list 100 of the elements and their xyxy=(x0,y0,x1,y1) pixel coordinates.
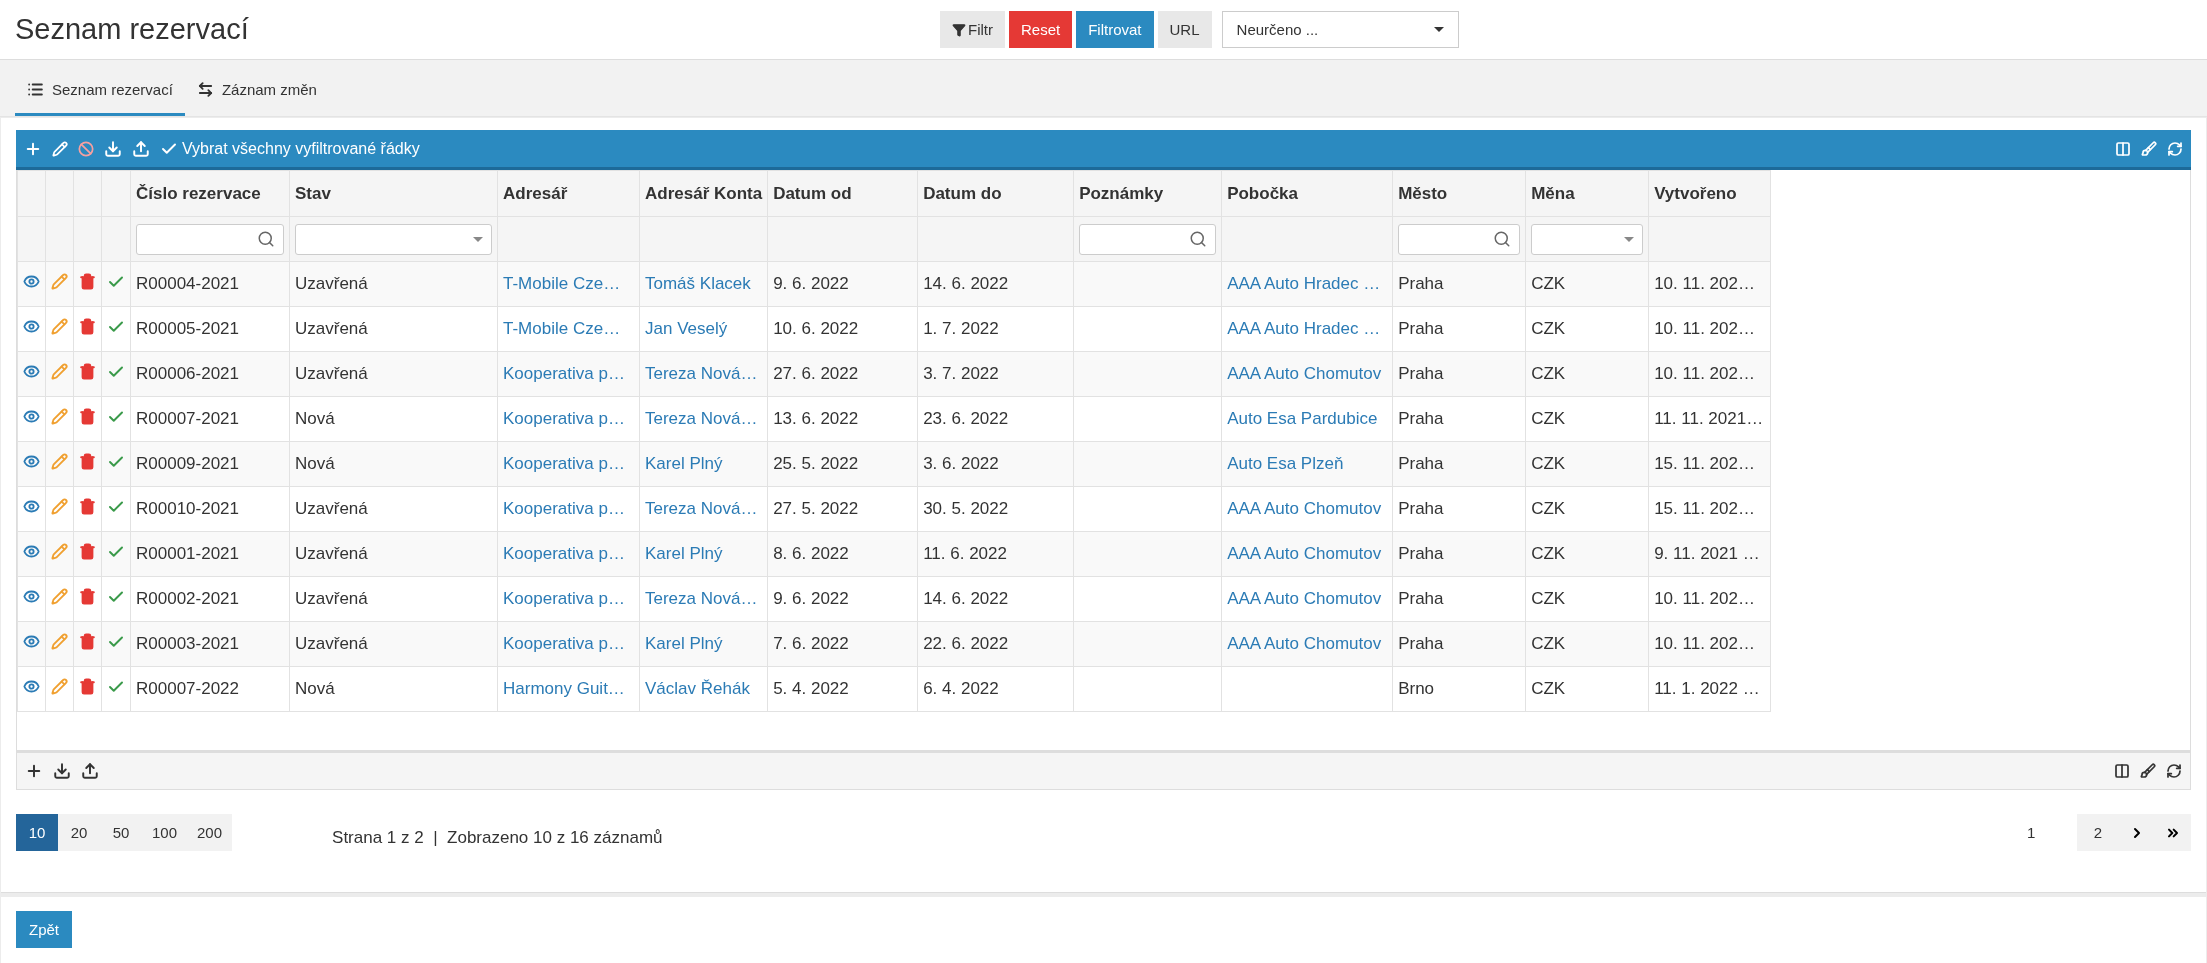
last-page-icon[interactable] xyxy=(2155,814,2191,851)
search-icon xyxy=(1189,230,1208,248)
table-cell: 10. 11. 202… xyxy=(1654,274,1755,293)
table-cell: R00007-2021 xyxy=(136,409,240,428)
brush-icon[interactable] xyxy=(2140,763,2156,779)
table-cell: Uzavřená xyxy=(295,499,368,518)
refresh-icon[interactable] xyxy=(2166,763,2182,779)
table-cell: 10. 11. 202… xyxy=(1654,364,1755,383)
page-size-button[interactable]: 50 xyxy=(100,814,142,851)
table-cell: Praha xyxy=(1398,634,1444,653)
table-cell: 8. 6. 2022 xyxy=(773,544,849,563)
table-cell: 7. 6. 2022 xyxy=(773,634,849,653)
select-filter-field[interactable] xyxy=(1531,223,1644,255)
trash-icon[interactable] xyxy=(79,273,96,290)
select-all-filtered-link[interactable]: Vybrat všechny vyfiltrované řádky xyxy=(182,139,420,158)
select-filter-field[interactable] xyxy=(295,223,492,255)
eye-icon[interactable] xyxy=(23,273,40,290)
search-filter-field[interactable] xyxy=(1079,223,1217,255)
table-cell: 1. 7. 2022 xyxy=(923,319,999,338)
table-cell: R00002-2021 xyxy=(136,589,240,608)
table-cell: R00006-2021 xyxy=(136,364,240,383)
url-button[interactable]: URL xyxy=(1157,11,1212,48)
select-dropdown[interactable]: Neurčeno ... xyxy=(1221,11,1459,48)
eye-icon[interactable] xyxy=(23,633,40,650)
back-button[interactable]: Zpět xyxy=(16,911,72,948)
table-cell: R00004-2021 xyxy=(136,274,240,293)
table-cell: 9. 6. 2022 xyxy=(773,589,849,608)
table-cell: Praha xyxy=(1398,589,1444,608)
eye-icon[interactable] xyxy=(23,498,40,515)
table-cell: CZK xyxy=(1531,454,1566,473)
table-cell: 11. 1. 2022 … xyxy=(1654,679,1760,698)
table-cell: 22. 6. 2022 xyxy=(923,634,1009,653)
column-header: Město xyxy=(1392,170,1526,217)
page-size-button[interactable]: 20 xyxy=(58,814,100,851)
table-cell: 30. 5. 2022 xyxy=(923,499,1009,518)
trash-icon[interactable] xyxy=(79,543,96,560)
table-cell: Praha xyxy=(1398,319,1444,338)
eye-icon[interactable] xyxy=(23,363,40,380)
table-cell: 25. 5. 2022 xyxy=(773,454,859,473)
table-cell: 14. 6. 2022 xyxy=(923,589,1009,608)
trash-icon[interactable] xyxy=(79,408,96,425)
table-cell: 14. 6. 2022 xyxy=(923,274,1009,293)
table-cell: 3. 6. 2022 xyxy=(923,454,999,473)
column-header: Stav xyxy=(289,170,498,217)
pencil-icon[interactable] xyxy=(51,363,68,380)
column-header: Datum do xyxy=(917,170,1074,217)
pencil-icon[interactable] xyxy=(51,678,68,695)
trash-icon[interactable] xyxy=(79,363,96,380)
filter-button[interactable]: Filtr xyxy=(940,11,1005,48)
prohibited-icon[interactable] xyxy=(78,140,94,157)
page-size-button[interactable]: 10 xyxy=(16,814,58,851)
table-cell: 11. 6. 2022 xyxy=(923,544,1007,563)
eye-icon[interactable] xyxy=(23,588,40,605)
table-cell: R00003-2021 xyxy=(136,634,240,653)
plus-icon[interactable] xyxy=(25,762,43,780)
page-size-button[interactable]: 100 xyxy=(142,814,188,851)
pencil-icon[interactable] xyxy=(51,633,68,650)
eye-icon[interactable] xyxy=(23,678,40,695)
trash-icon[interactable] xyxy=(79,498,96,515)
column-header: Poznámky xyxy=(1073,170,1222,217)
table-cell: 15. 11. 202… xyxy=(1654,454,1755,473)
eye-icon[interactable] xyxy=(23,408,40,425)
table-cell: 9. 11. 2021 … xyxy=(1654,544,1760,563)
table-cell: Praha xyxy=(1398,409,1444,428)
download-icon[interactable] xyxy=(53,762,71,780)
search-filter-field[interactable] xyxy=(1398,223,1521,255)
trash-icon[interactable] xyxy=(79,588,96,605)
table-cell: Uzavřená xyxy=(295,274,368,293)
page-size-button[interactable]: 200 xyxy=(187,814,233,851)
reset-button[interactable]: Reset xyxy=(1009,11,1073,48)
eye-icon[interactable] xyxy=(23,453,40,470)
pencil-icon[interactable] xyxy=(51,543,68,560)
upload-icon[interactable] xyxy=(81,762,99,780)
table-cell: R00005-2021 xyxy=(136,319,240,338)
pencil-icon[interactable] xyxy=(51,498,68,515)
pencil-icon[interactable] xyxy=(51,318,68,335)
table-cell: CZK xyxy=(1531,409,1566,428)
page-title: Seznam rezervací xyxy=(15,13,250,46)
column-header: Pobočka xyxy=(1221,170,1393,217)
tab[interactable]: Záznam změn xyxy=(184,65,329,116)
pencil-icon[interactable] xyxy=(51,453,68,470)
trash-icon[interactable] xyxy=(79,318,96,335)
pencil-icon[interactable] xyxy=(51,408,68,425)
swap-arrows-icon[interactable] xyxy=(196,80,214,98)
eye-icon[interactable] xyxy=(23,543,40,560)
eye-icon[interactable] xyxy=(23,318,40,335)
pencil-icon[interactable] xyxy=(51,588,68,605)
table-cell: 5. 4. 2022 xyxy=(773,679,849,698)
table-cell: 27. 5. 2022 xyxy=(773,499,859,518)
table-cell: 10. 11. 202… xyxy=(1654,589,1755,608)
table-cell: 15. 11. 202… xyxy=(1654,499,1755,518)
columns-icon[interactable] xyxy=(2114,763,2130,779)
trash-icon[interactable] xyxy=(79,633,96,650)
search-filter-field[interactable] xyxy=(136,223,284,255)
trash-icon[interactable] xyxy=(79,678,96,695)
trash-icon[interactable] xyxy=(79,453,96,470)
apply-filter-button[interactable]: Filtrovat xyxy=(1076,11,1154,48)
pencil-icon[interactable] xyxy=(51,273,68,290)
table-cell: CZK xyxy=(1531,499,1566,518)
page-button[interactable]: 2 xyxy=(2077,814,2119,851)
